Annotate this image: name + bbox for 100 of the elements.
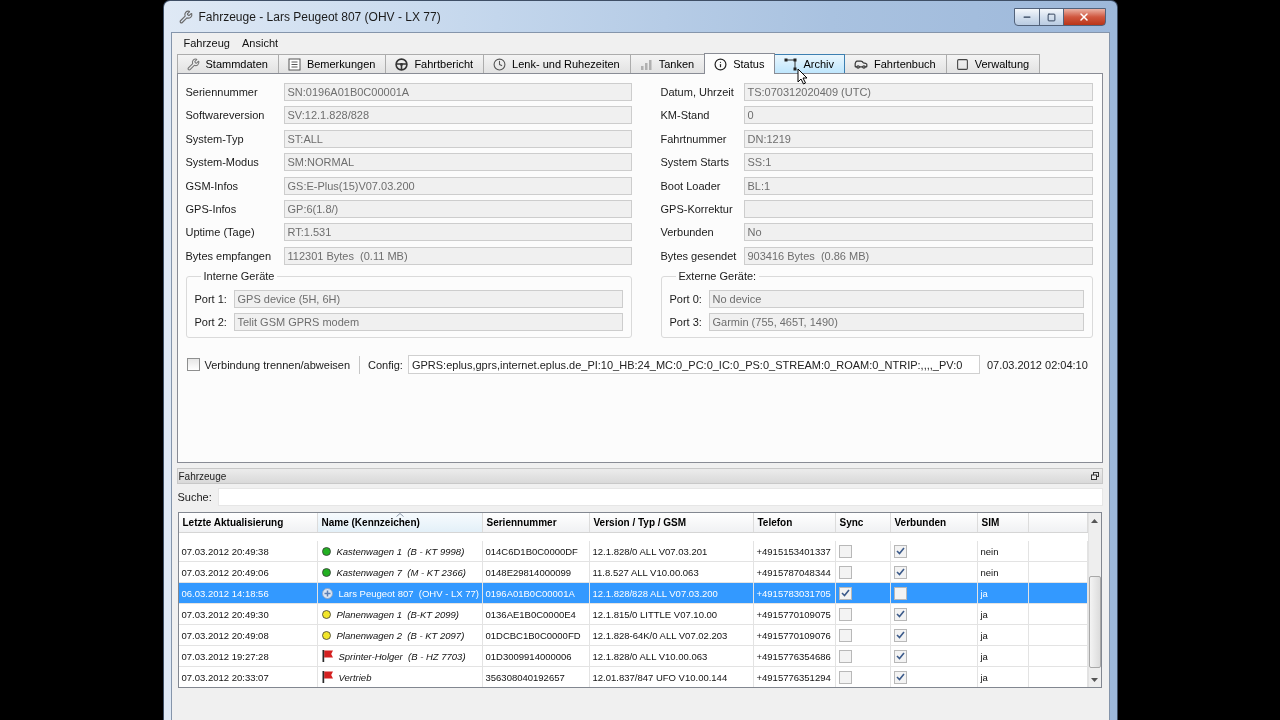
readonly-field: GS:E-Plus(15)V07.03.200 — [283, 176, 632, 195]
info-icon — [714, 57, 728, 71]
table-row[interactable]: 07.03.2012 20:49:08 Planenwagen 2 (B - KT 2097) 01DCBC1B0C0000FD 12.1.828-64K/0 ALL V07.02.203 +4915770109076 ja — [178, 625, 1088, 646]
field-label: Softwareversion — [185, 109, 266, 122]
tab[interactable]: Status — [704, 53, 776, 74]
table-cell: 01D3009914000006 — [482, 646, 590, 666]
table-cell: 12.1.828-64K/0 ALL V07.02.203 — [589, 625, 754, 645]
vehicle-name: Kastenwagen 7 (M - KT 2366) — [336, 566, 466, 578]
field-label: Seriennummer — [185, 86, 259, 98]
table-cell: 07.03.2012 20:33:07 — [178, 667, 318, 687]
table-cell: 12.1.828/0 ALL V07.03.201 — [589, 541, 754, 561]
search-label: Suche: — [177, 491, 213, 503]
field-label: Uptime (Tage) — [185, 226, 256, 239]
table-cell: +4915153401337 — [753, 541, 836, 561]
table-cell: 0196A01B0C00001A — [482, 583, 590, 603]
table-cell: ja — [977, 583, 1029, 603]
vehicle-name: Kastenwagen 1 (B - KT 9998) — [336, 545, 465, 557]
field-label: System Starts — [660, 156, 730, 169]
field-label: System-Typ — [185, 132, 245, 145]
search-field[interactable] — [217, 488, 1103, 506]
minimize-button[interactable] — [1013, 8, 1040, 26]
readonly-field: 112301 Bytes (0.11 MB) — [283, 246, 632, 265]
vehicle-name: Lars Peugeot 807 (OHV - LX 77) — [338, 587, 479, 599]
column-header[interactable]: Name (Kennzeichen) — [317, 513, 483, 532]
menu-item[interactable]: Ansicht — [236, 34, 285, 51]
readonly-field: SN:0196A01B0C00001A — [283, 83, 632, 101]
field-label: Fahrtnummer — [660, 132, 728, 145]
port-label: Port 2: — [194, 316, 228, 329]
table-row[interactable]: 07.03.2012 19:27:28 Sprinter-Holger (B - HZ 7703) 01D3009914000006 12.1.828/0 ALL V10.00.063 +4915776354686 ja — [178, 646, 1088, 667]
readonly-field: SV:12.1.828/828 — [283, 106, 632, 125]
table-row[interactable]: 07.03.2012 20:49:38 Kastenwagen 1 (B - KT 9998) 014C6D1B0C0000DF 12.1.828/0 ALL V07.03.201 +4915153401337 nein — [178, 541, 1088, 562]
column-header[interactable]: Version / Typ / GSM — [589, 513, 754, 532]
readonly-field: TS:070312020409 (UTC) — [743, 83, 1093, 101]
readonly-field: DN:1219 — [743, 129, 1093, 148]
steering-wheel-icon — [395, 57, 409, 71]
menu-item[interactable]: Fahrzeug — [177, 34, 236, 51]
clock-icon — [493, 57, 507, 71]
table-cell: 07.03.2012 20:49:06 — [178, 562, 318, 582]
window-title: Fahrzeuge - Lars Peugeot 807 (OHV - LX 77) — [198, 9, 441, 24]
table-cell: 12.1.828/828 ALL V07.03.200 — [589, 583, 754, 603]
plus-circle-icon — [321, 587, 333, 599]
group-title: Externe Geräte: — [677, 270, 758, 283]
readonly-field: SM:NORMAL — [283, 153, 632, 172]
table-cell: +4915770109075 — [753, 604, 836, 624]
table-cell: +4915776351294 — [753, 667, 836, 687]
tab[interactable]: Lenk- und Ruhezeiten — [483, 54, 631, 73]
tab[interactable]: Tanken — [629, 54, 706, 73]
table-cell: 0136AE1B0C0000E4 — [482, 604, 590, 624]
wrench-icon — [186, 57, 200, 71]
vehicle-name: Planenwagen 1 (B-KT 2099) — [336, 608, 460, 620]
table-cell: 07.03.2012 19:27:28 — [178, 646, 318, 666]
readonly-field: SS:1 — [743, 153, 1093, 172]
field-label: Verbunden — [660, 226, 715, 239]
tab[interactable]: Fahrtbericht — [385, 54, 485, 73]
tab[interactable]: Fahrtenbuch — [843, 54, 947, 73]
tab[interactable]: Bemerkungen — [277, 54, 387, 73]
scroll-down-icon[interactable] — [1091, 677, 1098, 682]
readonly-field: 903416 Bytes (0.86 MB) — [743, 246, 1093, 265]
column-header[interactable]: Seriennummer — [482, 513, 590, 532]
restore-window-icon[interactable] — [1090, 472, 1099, 480]
readonly-field: No — [743, 223, 1093, 242]
column-header[interactable]: Telefon — [753, 513, 836, 532]
table-cell: 07.03.2012 20:49:08 — [178, 625, 318, 645]
column-header[interactable]: Sync — [835, 513, 891, 532]
table-row[interactable]: 07.03.2012 20:49:30 Planenwagen 1 (B-KT 2099) 0136AE1B0C0000E4 12.1.815/0 LITTLE V07.10.00 +4915770109075 ja — [178, 604, 1088, 625]
table-cell: 06.03.2012 14:18:56 — [178, 583, 318, 603]
bar-chart-icon — [639, 57, 653, 71]
scrollbar-thumb[interactable] — [1088, 576, 1101, 668]
table-cell: 014C6D1B0C0000DF — [482, 541, 590, 561]
table-cell: 01DCBC1B0C0000FD — [482, 625, 590, 645]
maximize-button[interactable] — [1038, 8, 1064, 26]
table-cell: ja — [977, 625, 1029, 645]
port-label: Port 0: — [669, 293, 703, 306]
field-label: KM-Stand — [660, 109, 711, 122]
wrench-icon — [178, 9, 193, 24]
field-label: Boot Loader — [660, 179, 722, 192]
readonly-field: GP:6(1.8/) — [283, 199, 632, 218]
table-cell: ja — [977, 604, 1029, 624]
scroll-up-icon[interactable] — [1091, 518, 1098, 523]
checkbox[interactable] — [186, 358, 200, 372]
close-button[interactable] — [1062, 8, 1106, 26]
tab[interactable]: Verwaltung — [945, 54, 1041, 73]
table-cell: 12.1.815/0 LITTLE V07.10.00 — [589, 604, 754, 624]
port-label: Port 1: — [194, 293, 228, 306]
table-row[interactable]: 07.03.2012 20:33:07 Vertrieb 356308040192657 12.01.837/847 UFO V10.00.144 +4915776351294 ja — [178, 667, 1088, 687]
table-cell: nein — [977, 562, 1029, 582]
column-header[interactable]: Verbunden — [890, 513, 978, 532]
column-header[interactable]: Letzte Aktualisierung — [178, 513, 318, 532]
table-cell: +4915776354686 — [753, 646, 836, 666]
group-title: Interne Geräte — [202, 270, 276, 283]
column-header[interactable]: SIM — [977, 513, 1029, 532]
port-label: Port 3: — [669, 316, 703, 329]
table-cell: +4915787048344 — [753, 562, 836, 582]
table-cell: 12.1.828/0 ALL V10.00.063 — [589, 646, 754, 666]
vehicle-name: Vertrieb — [338, 671, 372, 683]
tab[interactable]: Stammdaten — [176, 54, 279, 73]
table-cell: 356308040192657 — [482, 667, 590, 687]
timestamp: 07.03.2012 02:04:10 — [986, 358, 1088, 371]
config-field[interactable]: GPRS:eplus,gprs,internet.eplus.de_PI:10_HB:24_MC:0_PC:0_IC:0_PS:0_STREAM:0_ROAM:0_NTRIP:,,,,_PV:0 — [407, 355, 980, 375]
close-icon — [1078, 11, 1090, 23]
